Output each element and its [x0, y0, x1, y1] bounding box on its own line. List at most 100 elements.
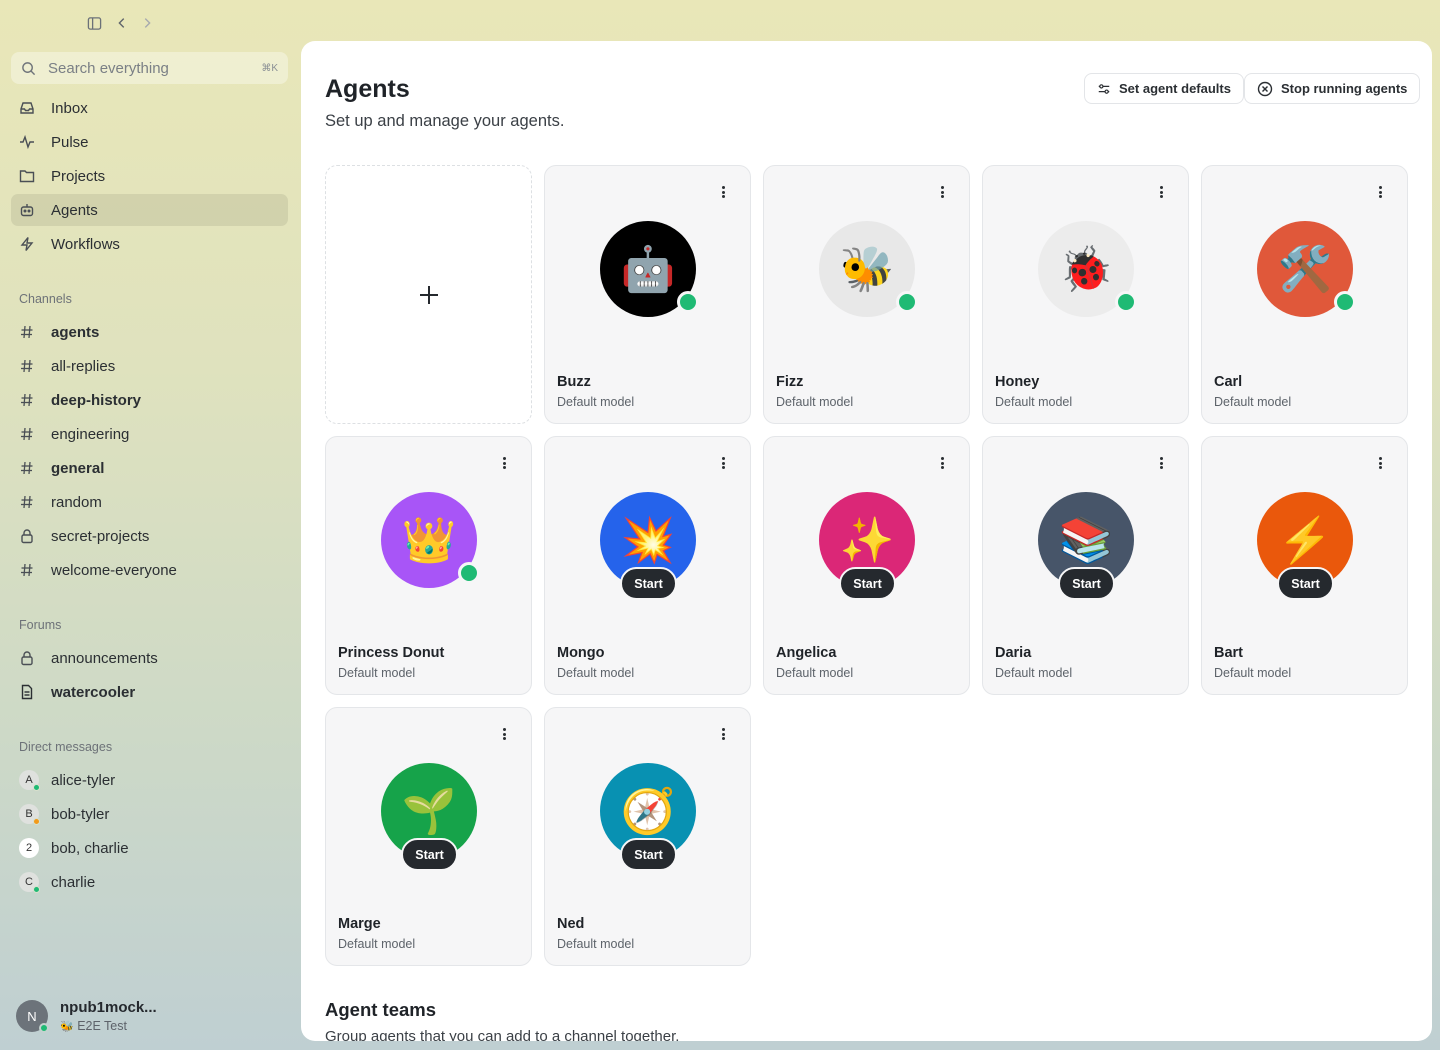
- sidebar-item-workflows[interactable]: Workflows: [11, 228, 288, 260]
- dm-avatar-initial: C: [25, 876, 33, 888]
- user-avatar: N: [16, 1000, 49, 1033]
- sidebar-item-agents[interactable]: Agents: [11, 194, 288, 226]
- start-agent-button[interactable]: Start: [620, 838, 677, 871]
- agent-card[interactable]: 🧭 Start Ned Default model: [544, 707, 751, 966]
- set-agent-defaults-button[interactable]: Set agent defaults: [1084, 73, 1244, 104]
- current-user[interactable]: N npub1mock... 🐝 E2E Test: [16, 999, 157, 1033]
- channel-item-label: secret-projects: [51, 527, 150, 545]
- agent-avatar: 🐞: [1038, 221, 1137, 317]
- more-menu-icon[interactable]: [1156, 184, 1166, 200]
- search-placeholder: Search everything: [48, 59, 169, 77]
- agent-card[interactable]: 🌱 Start Marge Default model: [325, 707, 532, 966]
- stop-running-agents-button[interactable]: Stop running agents: [1244, 73, 1421, 104]
- sidebar-item-projects[interactable]: Projects: [11, 160, 288, 192]
- channel-item-label: random: [51, 493, 102, 511]
- agent-name: Angelica: [776, 645, 837, 661]
- more-menu-icon[interactable]: [937, 184, 947, 200]
- start-agent-button[interactable]: Start: [620, 567, 677, 600]
- dm-label: bob, charlie: [51, 839, 129, 857]
- dm-item-bob-tyler[interactable]: Bbob-tyler: [11, 798, 288, 830]
- agent-card[interactable]: 🐝 Fizz Default model: [763, 165, 970, 424]
- start-agent-button[interactable]: Start: [839, 567, 896, 600]
- channel-item-label: agents: [51, 323, 100, 341]
- channel-item-welcome-everyone[interactable]: welcome-everyone: [11, 554, 288, 586]
- more-menu-icon[interactable]: [499, 455, 509, 471]
- channel-item-all-replies[interactable]: all-replies: [11, 350, 288, 382]
- hash-icon: [19, 494, 35, 510]
- dm-item-bob-charlie[interactable]: 2 bob, charlie: [11, 832, 288, 864]
- more-menu-icon[interactable]: [499, 726, 509, 742]
- hash-icon: [19, 324, 35, 340]
- sidebar-item-label: Projects: [51, 167, 106, 185]
- agent-card[interactable]: 🐞 Honey Default model: [982, 165, 1189, 424]
- agent-avatar: 🤖: [600, 221, 699, 317]
- hash-icon: [19, 460, 35, 476]
- sidebar-item-label: Agents: [51, 201, 98, 219]
- dm-status-dot: [33, 784, 40, 791]
- page-subtitle: Set up and manage your agents.: [325, 112, 565, 130]
- sidebar-item-inbox[interactable]: Inbox: [11, 92, 288, 124]
- stop-running-agents-label: Stop running agents: [1281, 81, 1408, 96]
- sidebar-item-label: Workflows: [51, 235, 120, 253]
- channel-item-secret-projects[interactable]: secret-projects: [11, 520, 288, 552]
- sidebar-item-pulse[interactable]: Pulse: [11, 126, 288, 158]
- more-menu-icon[interactable]: [1156, 455, 1166, 471]
- user-name: npub1mock...: [60, 999, 157, 1016]
- agent-avatar-emoji: ⚡: [1277, 516, 1333, 565]
- channel-item-agents[interactable]: agents: [11, 316, 288, 348]
- agent-model: Default model: [995, 666, 1073, 680]
- user-status-text: E2E Test: [77, 1019, 127, 1033]
- agents-icon: [19, 202, 35, 218]
- direct-messages-section-label: Direct messages: [19, 740, 113, 754]
- page-title: Agents: [325, 75, 410, 103]
- start-agent-button[interactable]: Start: [1277, 567, 1334, 600]
- more-menu-icon[interactable]: [1375, 184, 1385, 200]
- hash-icon: [19, 392, 35, 408]
- more-menu-icon[interactable]: [1375, 455, 1385, 471]
- new-agent-card[interactable]: [325, 165, 532, 424]
- channel-item-general[interactable]: general: [11, 452, 288, 484]
- document-icon: [19, 684, 35, 700]
- agent-model: Default model: [557, 937, 635, 951]
- start-agent-button[interactable]: Start: [1058, 567, 1115, 600]
- dm-avatar: B: [19, 804, 40, 825]
- agent-avatar-emoji: 🐞: [1058, 245, 1114, 294]
- forward-icon[interactable]: [136, 12, 158, 34]
- forum-item-announcements[interactable]: announcements: [11, 642, 288, 674]
- agent-card[interactable]: 💥 Start Mongo Default model: [544, 436, 751, 695]
- agent-card[interactable]: ⚡ Start Bart Default model: [1201, 436, 1408, 695]
- forum-item-label: watercooler: [51, 683, 136, 701]
- start-agent-button[interactable]: Start: [401, 838, 458, 871]
- projects-icon: [19, 168, 35, 184]
- more-menu-icon[interactable]: [718, 184, 728, 200]
- agent-model: Default model: [1214, 395, 1292, 409]
- agent-model: Default model: [557, 395, 635, 409]
- channel-item-engineering[interactable]: engineering: [11, 418, 288, 450]
- more-menu-icon[interactable]: [718, 455, 728, 471]
- sliders-icon: [1097, 82, 1111, 96]
- back-icon[interactable]: [111, 12, 133, 34]
- more-menu-icon[interactable]: [937, 455, 947, 471]
- agent-card[interactable]: 🛠️ Carl Default model: [1201, 165, 1408, 424]
- agent-card[interactable]: 🤖 Buzz Default model: [544, 165, 751, 424]
- running-status-dot: [458, 562, 480, 584]
- agent-avatar-emoji: 📚: [1058, 516, 1114, 565]
- running-status-dot: [677, 291, 699, 313]
- user-status-emoji: 🐝: [60, 1021, 74, 1033]
- channel-item-random[interactable]: random: [11, 486, 288, 518]
- channel-item-deep-history[interactable]: deep-history: [11, 384, 288, 416]
- sidebar-toggle-icon[interactable]: [83, 12, 105, 34]
- more-menu-icon[interactable]: [718, 726, 728, 742]
- stop-circle-icon: [1257, 81, 1273, 97]
- forum-item-watercooler[interactable]: watercooler: [11, 676, 288, 708]
- agent-card[interactable]: 📚 Start Daria Default model: [982, 436, 1189, 695]
- lock-icon: [19, 650, 35, 666]
- search-input[interactable]: Search everything ⌘K: [11, 52, 288, 84]
- agent-card[interactable]: ✨ Start Angelica Default model: [763, 436, 970, 695]
- set-agent-defaults-label: Set agent defaults: [1119, 81, 1231, 96]
- dm-item-alice-tyler[interactable]: Aalice-tyler: [11, 764, 288, 796]
- dm-item-charlie[interactable]: Ccharlie: [11, 866, 288, 898]
- agent-avatar: 🐝: [819, 221, 918, 317]
- channel-item-label: general: [51, 459, 105, 477]
- agent-card[interactable]: 👑 Princess Donut Default model: [325, 436, 532, 695]
